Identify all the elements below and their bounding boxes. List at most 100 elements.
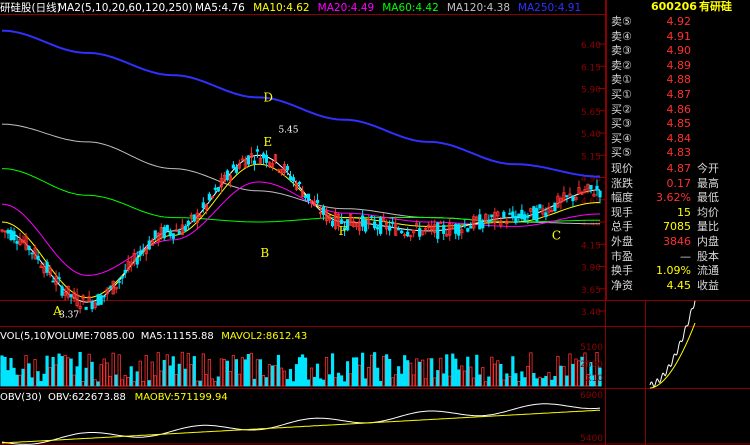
volume-title: VOL(5,10) [0, 331, 50, 342]
ma-line-ma10 [1, 163, 601, 299]
quote-label: 卖④ [611, 29, 632, 43]
volume-bar [541, 378, 545, 387]
volume-bar [499, 363, 503, 387]
volume-bar [18, 374, 22, 387]
quote-label: 幅度 [611, 191, 633, 205]
candle-body [183, 226, 187, 231]
volume-bar [33, 359, 37, 387]
candle-body [553, 202, 557, 212]
volume-bar [433, 377, 437, 387]
volume-bar [403, 355, 407, 387]
volume-tick-label: X10 [585, 374, 603, 384]
volume-bar [568, 353, 572, 387]
volume-bar [442, 373, 446, 387]
volume-bar [102, 358, 106, 387]
volume-bar [141, 380, 145, 387]
candle-body [45, 261, 49, 273]
candle-body [478, 214, 482, 230]
volume-bar [412, 374, 416, 387]
candle-body [6, 229, 10, 234]
volume-bar [373, 352, 377, 387]
volume-bar [502, 379, 506, 387]
volume-bar [306, 379, 311, 387]
quote-row: 买③ 4.85 [607, 116, 750, 131]
volume-bar [490, 356, 494, 387]
volume-bar [273, 365, 278, 387]
candle-body [246, 155, 251, 165]
volume-bar [451, 353, 455, 387]
quote-value: 4.85 [666, 117, 692, 131]
volume-bar [6, 370, 10, 387]
volume-bar [294, 364, 299, 387]
volume-bar [348, 373, 353, 387]
candle-body [532, 206, 536, 220]
quote-row: 外盘 3846 内盘 [607, 234, 750, 249]
quote-row: 卖④ 4.91 [607, 29, 750, 44]
quote-row: 卖② 4.89 [607, 58, 750, 73]
quote-row: 买① 4.87 [607, 87, 750, 102]
quote-label: 买④ [611, 131, 632, 145]
volume-bar [478, 374, 482, 387]
annotation-label: E [263, 135, 272, 149]
volume-bar [556, 355, 560, 387]
volume-bar [123, 374, 127, 387]
quote-value: 1.09% [656, 264, 691, 278]
candle-body [135, 257, 139, 265]
quote-label: 卖⑤ [611, 15, 632, 28]
candle-body [370, 216, 374, 219]
volume-bar [168, 365, 172, 387]
volume-bar [138, 360, 142, 387]
volume-bar [288, 369, 293, 387]
candle-body [514, 216, 518, 224]
quote-value: 4.83 [666, 146, 692, 160]
volume-bar [526, 365, 530, 387]
quote-label: 流通 [697, 264, 719, 278]
maobv-line [1, 409, 601, 444]
volume-bar [180, 351, 184, 387]
volume-bar [562, 366, 566, 387]
quote-value: 7085 [663, 220, 691, 234]
volume-bar [216, 376, 220, 387]
volume-bar [75, 366, 79, 387]
candle-body [90, 301, 94, 310]
candle-body [192, 214, 196, 222]
candle-body [418, 228, 422, 237]
volume-bar [406, 360, 410, 387]
volume-bar [357, 364, 362, 387]
candle-body [526, 215, 530, 218]
volume-bar [9, 358, 13, 387]
quote-label: 均价 [697, 205, 719, 219]
volume-bar [63, 354, 67, 387]
volume-bar [400, 373, 404, 387]
volume-bar [3, 356, 7, 387]
volume-bar [547, 372, 551, 387]
price-tick-label: 3.40 [581, 308, 601, 318]
candle-body [201, 202, 205, 209]
volume-bar [48, 367, 52, 387]
moving-average-lines [1, 29, 601, 303]
volume-bar [66, 357, 70, 387]
quote-value: 0.17 [666, 176, 692, 190]
volume-bar [165, 354, 169, 387]
candle-body [544, 212, 548, 218]
volume-bar [439, 357, 443, 387]
obv-axis: 6900 5400 [580, 391, 603, 444]
volume-bar [291, 381, 296, 387]
candle-body [234, 167, 238, 173]
volume-bar [189, 364, 193, 387]
candle-body [120, 275, 124, 279]
volume-tick-label: 2600 [580, 360, 603, 370]
candle-body [27, 245, 31, 251]
candle-body [508, 212, 512, 215]
candle-body [481, 222, 485, 229]
candle-body [595, 185, 599, 191]
volume-bar [126, 377, 130, 387]
volume-bar [364, 378, 368, 387]
volume-bar [105, 362, 109, 387]
volume-bar [376, 367, 380, 387]
quote-value: 4.87 [666, 162, 692, 175]
candle-body [168, 230, 172, 236]
annotation-label: D [263, 90, 273, 104]
volume-bar [258, 359, 263, 387]
volume-bar [129, 366, 133, 387]
